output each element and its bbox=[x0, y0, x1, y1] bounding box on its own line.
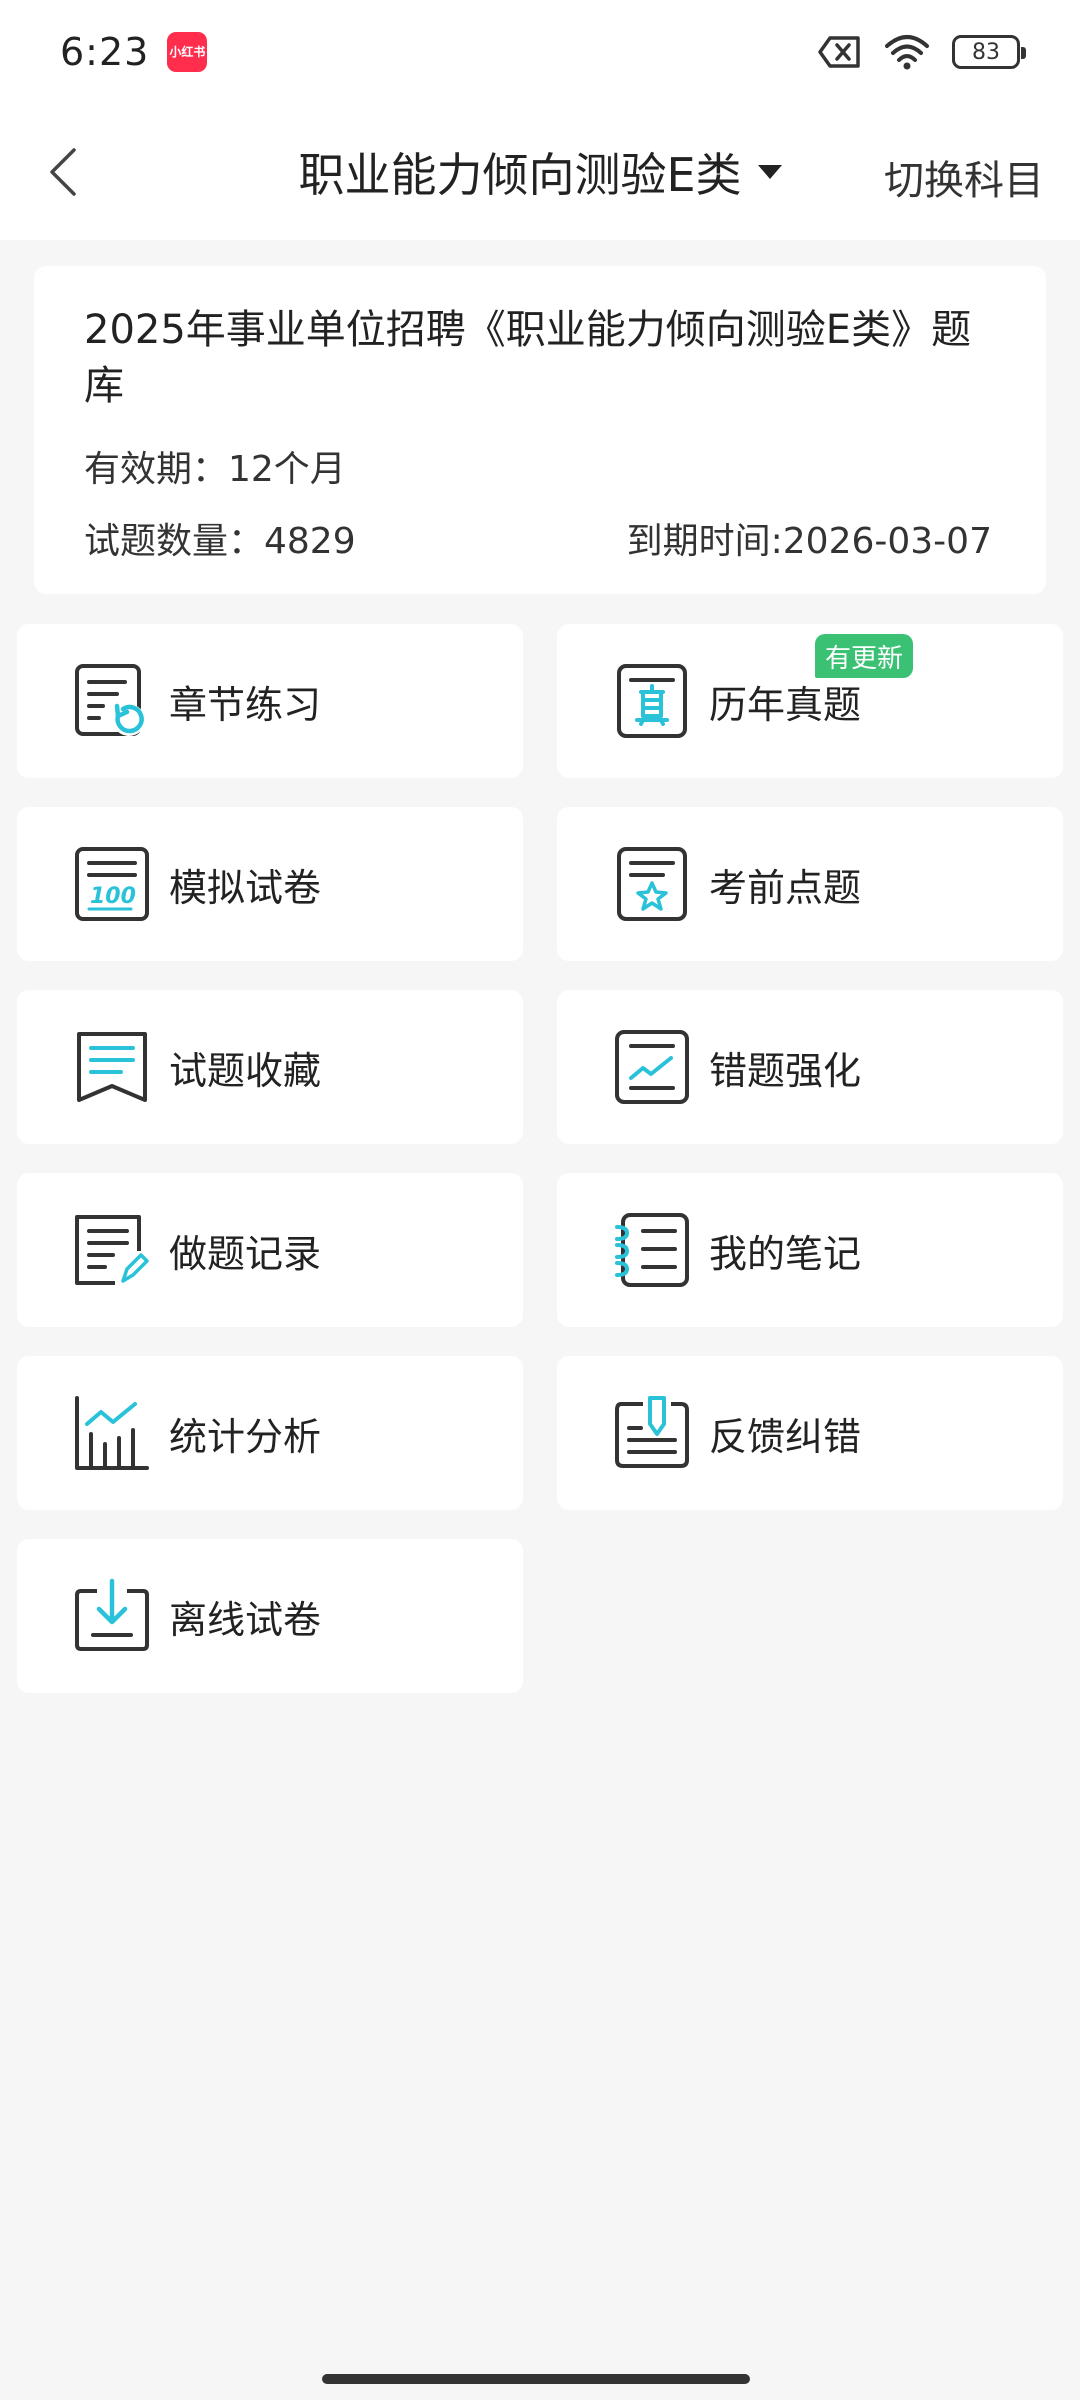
practice-records-tile[interactable]: 做题记录 bbox=[17, 1173, 523, 1327]
mistake-review-tile[interactable]: 错题强化 bbox=[557, 990, 1063, 1144]
chevron-left-icon bbox=[50, 148, 76, 196]
header-bar: 职业能力倾向测验E类 切换科目 bbox=[0, 104, 1080, 240]
statistics-label: 统计分析 bbox=[169, 1415, 322, 1459]
status-icons: 83 bbox=[818, 34, 1026, 70]
update-badge: 有更新 bbox=[815, 634, 914, 678]
pre-exam-tips-tile[interactable]: 考前点题 bbox=[557, 807, 1063, 961]
chapter-practice-icon bbox=[73, 662, 151, 740]
notebook-icon bbox=[613, 1211, 691, 1289]
offline-papers-label: 离线试卷 bbox=[169, 1598, 322, 1642]
chapter-practice-tile[interactable]: 章节练习 bbox=[17, 624, 523, 778]
back-button[interactable] bbox=[38, 144, 94, 200]
subject-dropdown[interactable]: 职业能力倾向测验E类 bbox=[298, 139, 782, 205]
bar-chart-icon bbox=[73, 1394, 151, 1472]
mock-exam-label: 模拟试卷 bbox=[169, 866, 322, 910]
switch-subject-button[interactable]: 切换科目 bbox=[884, 148, 1044, 206]
screen: 6:23 小红书 83 职业能力倾向测验E类 切换科目 2025年事业单位招聘《… bbox=[0, 0, 1080, 2400]
edit-document-icon bbox=[73, 1211, 151, 1289]
mistake-review-label: 错题强化 bbox=[709, 1049, 862, 1093]
mock-exam-tile[interactable]: 100 模拟试卷 bbox=[17, 807, 523, 961]
favorites-tile[interactable]: 试题收藏 bbox=[17, 990, 523, 1144]
question-bank-info-card: 2025年事业单位招聘《职业能力倾向测验E类》题库 有效期：12个月 试题数量：… bbox=[34, 266, 1046, 594]
mock-exam-icon: 100 bbox=[73, 845, 151, 923]
notification-mute-icon bbox=[818, 35, 862, 69]
caret-down-icon bbox=[757, 165, 782, 179]
favorites-label: 试题收藏 bbox=[169, 1049, 322, 1093]
status-bar: 6:23 小红书 83 bbox=[0, 0, 1080, 104]
past-papers-tile[interactable]: 历年真题 bbox=[557, 624, 1063, 778]
question-count: 试题数量：4829 bbox=[84, 521, 356, 562]
validity-period: 有效期：12个月 bbox=[84, 449, 346, 490]
chapter-practice-label: 章节练习 bbox=[169, 683, 322, 727]
feedback-tile[interactable]: 反馈纠错 bbox=[557, 1356, 1063, 1510]
expiry-date: 到期时间:2026-03-07 bbox=[626, 521, 992, 562]
page-title: 职业能力倾向测验E类 bbox=[298, 148, 742, 202]
pre-exam-tips-label: 考前点题 bbox=[709, 866, 862, 910]
battery-icon: 83 bbox=[952, 35, 1026, 69]
my-notes-tile[interactable]: 我的笔记 bbox=[557, 1173, 1063, 1327]
question-bank-title: 2025年事业单位招聘《职业能力倾向测验E类》题库 bbox=[84, 307, 972, 409]
offline-papers-tile[interactable]: 离线试卷 bbox=[17, 1539, 523, 1693]
feedback-pen-icon bbox=[613, 1394, 691, 1472]
home-indicator[interactable] bbox=[322, 2374, 750, 2384]
svg-text:100: 100 bbox=[90, 884, 136, 909]
status-time: 6:23 bbox=[60, 30, 150, 74]
wifi-icon bbox=[884, 34, 930, 70]
my-notes-label: 我的笔记 bbox=[709, 1232, 862, 1276]
statistics-tile[interactable]: 统计分析 bbox=[17, 1356, 523, 1510]
bookmark-icon bbox=[73, 1028, 151, 1106]
star-document-icon bbox=[613, 845, 691, 923]
past-papers-label: 历年真题 bbox=[709, 683, 862, 727]
download-icon bbox=[73, 1577, 151, 1655]
past-papers-icon bbox=[613, 662, 691, 740]
xiaohongshu-app-icon: 小红书 bbox=[167, 32, 208, 72]
practice-records-label: 做题记录 bbox=[169, 1232, 322, 1276]
feedback-label: 反馈纠错 bbox=[709, 1415, 862, 1459]
trend-chart-icon bbox=[613, 1028, 691, 1106]
